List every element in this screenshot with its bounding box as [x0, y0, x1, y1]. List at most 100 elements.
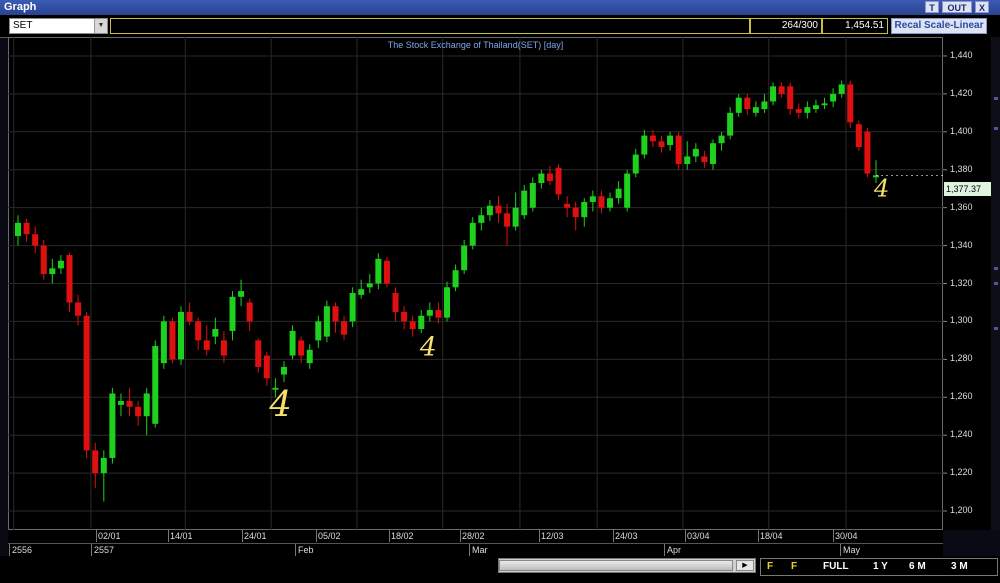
month-label: Apr [667, 545, 682, 555]
month-label: 2557 [94, 545, 115, 555]
candle-down [66, 255, 73, 303]
candle-up [178, 311, 185, 360]
candle-up [735, 97, 742, 113]
window-title: Graph [4, 1, 37, 13]
candle-up [692, 148, 699, 157]
date-separator [389, 530, 390, 542]
x-tick-label: 24/01 [244, 531, 267, 541]
candle-up [752, 107, 759, 113]
candle-up [486, 205, 493, 216]
candle-up [667, 135, 674, 146]
x-tick-label: 02/01 [98, 531, 121, 541]
y-tick-label: 1,340 [950, 239, 973, 250]
candle-up [821, 103, 828, 106]
candle-up [615, 188, 622, 199]
candle-up [461, 245, 468, 271]
candle-down [23, 222, 30, 235]
6m-button[interactable]: 6 M [909, 561, 926, 572]
out-button[interactable]: OUT [942, 1, 972, 13]
close-button[interactable]: X [975, 1, 989, 13]
candle-down [564, 203, 571, 208]
candle-up [521, 190, 528, 216]
candle-up [718, 135, 725, 144]
scroll-thumb[interactable] [499, 560, 733, 571]
toolbar: SET ▼ 264/300 1,454.51 Recal Scale-Linea… [0, 15, 1000, 38]
y-tick-label: 1,420 [950, 87, 973, 98]
scroll-right-arrow-icon[interactable]: ▶ [736, 560, 754, 571]
candle-down [126, 401, 133, 407]
t-button[interactable]: T [925, 1, 939, 13]
recal-scale-button[interactable]: Recal Scale-Linear [891, 18, 987, 34]
candle-up [15, 222, 21, 237]
candle-up [452, 270, 459, 288]
chart-scrollbar[interactable]: ▶ [498, 558, 756, 573]
candle-down [169, 321, 176, 360]
candle-up [366, 283, 373, 288]
candle-down [649, 135, 656, 142]
f-button-1[interactable]: F [767, 561, 773, 572]
candle-down [864, 131, 871, 174]
chart-title: The Stock Exchange of Thailand(SET) [day… [387, 40, 564, 50]
candle-up [624, 173, 631, 208]
y-tick-label: 1,360 [950, 201, 973, 212]
candle-up [512, 207, 519, 227]
candle-down [75, 302, 82, 316]
x-tick-label: 03/04 [687, 531, 710, 541]
date-separator [168, 530, 169, 542]
candle-up [641, 135, 648, 155]
symbol-select[interactable]: SET ▼ [9, 18, 108, 34]
candle-up [538, 173, 545, 184]
candle-up [838, 84, 845, 94]
candle-up [289, 330, 296, 356]
candle-down [32, 234, 39, 246]
candle-down [392, 292, 399, 312]
date-axis: 02/01 14/01 24/01 05/02 18/02 28/02 12/03 24/03… [8, 530, 943, 544]
candle-down [855, 124, 862, 147]
candle-down [744, 97, 751, 110]
candle-down [92, 450, 99, 474]
1y-button[interactable]: 1 Y [873, 561, 888, 572]
side-edge [991, 37, 1000, 530]
date-separator [758, 530, 759, 542]
bottom-bar: ▶ F F FULL 1 Y 6 M 3 M [0, 556, 1000, 583]
candle-down [546, 173, 553, 182]
candle-up [212, 329, 219, 337]
candle-up [426, 310, 433, 316]
candle-up [589, 196, 596, 202]
candle-down [795, 109, 802, 113]
month-label: Feb [298, 545, 314, 555]
candle-up [804, 107, 811, 113]
candlestick-chart[interactable]: 4 4 4 [8, 37, 991, 530]
month-separator [840, 544, 841, 556]
candle-up [607, 198, 614, 208]
candle-up [152, 346, 159, 424]
candle-down [186, 311, 193, 322]
date-separator [460, 530, 461, 542]
x-tick-label: 30/04 [835, 531, 858, 541]
full-button[interactable]: FULL [823, 561, 849, 572]
candle-down [504, 213, 511, 227]
window-titlebar: Graph T OUT X [0, 0, 1000, 15]
3m-button[interactable]: 3 M [951, 561, 968, 572]
y-tick-label: 1,220 [950, 467, 973, 478]
date-separator [613, 530, 614, 542]
date-separator [96, 530, 97, 542]
f-button-2[interactable]: F [791, 561, 797, 572]
candle-up [229, 296, 236, 331]
candle-down [572, 207, 579, 218]
y-tick-label: 1,400 [950, 125, 973, 136]
candle-down [220, 340, 227, 356]
month-separator [664, 544, 665, 556]
chevron-down-icon[interactable]: ▼ [94, 19, 107, 33]
month-separator [469, 544, 470, 556]
info-box [110, 18, 750, 34]
y-tick-label: 1,240 [950, 429, 973, 440]
candle-down [435, 310, 442, 318]
x-tick-label: 05/02 [318, 531, 341, 541]
candle-down [409, 321, 416, 330]
x-tick-label: 12/03 [541, 531, 564, 541]
candle-down [495, 205, 502, 214]
month-label: 2556 [12, 545, 33, 555]
y-tick-label: 1,320 [950, 277, 973, 288]
candle-down [195, 321, 202, 341]
